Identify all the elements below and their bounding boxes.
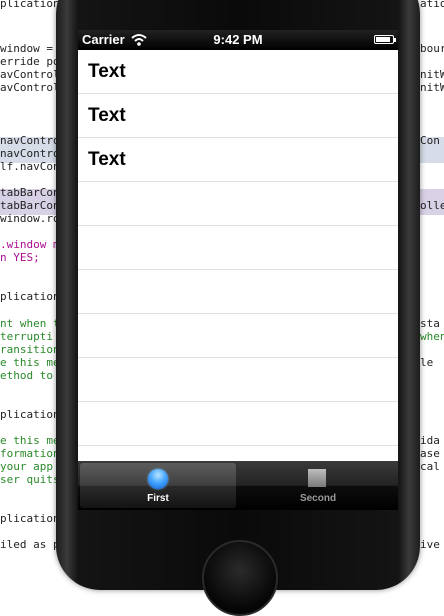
battery-level — [376, 37, 391, 42]
table-row[interactable]: Text — [78, 138, 398, 182]
code-line: nt when t — [0, 317, 60, 330]
code-line: cal — [420, 460, 440, 473]
code-line: window = — [0, 42, 53, 55]
code-line: erride po — [0, 55, 60, 68]
code-line: ida — [420, 434, 440, 447]
code-line: le — [420, 356, 434, 369]
circle-icon — [148, 469, 168, 489]
code-line: lf.navCon — [0, 160, 60, 173]
phone-screen: Carrier 9:42 PM Text Text Text First Secon… — [78, 30, 398, 510]
code-line: navContro — [0, 134, 60, 147]
code-line: nitW — [420, 68, 444, 81]
code-line: tabBarCon — [0, 186, 60, 199]
table-row[interactable] — [78, 226, 398, 270]
code-line: iled as p — [0, 538, 60, 551]
code-line: ase — [420, 447, 440, 460]
code-line: plication — [0, 408, 60, 421]
code-line: window.ro — [0, 212, 60, 225]
table-row[interactable] — [78, 402, 398, 446]
tab-first-label: First — [147, 493, 169, 504]
code-line: when — [420, 330, 444, 343]
code-line: plication — [0, 0, 60, 10]
home-button[interactable] — [202, 540, 278, 616]
code-line: plication — [0, 512, 60, 525]
table-row[interactable] — [78, 270, 398, 314]
table-view[interactable]: Text Text Text — [78, 50, 398, 461]
table-row[interactable] — [78, 358, 398, 402]
tab-first[interactable]: First — [80, 463, 236, 508]
code-line: Con — [420, 134, 440, 147]
code-line: n YES; — [0, 251, 40, 264]
tab-bar: First Second — [78, 461, 398, 510]
table-row[interactable]: Text — [78, 50, 398, 94]
code-line: avControl — [0, 81, 60, 94]
code-line: ser quits — [0, 473, 60, 486]
code-line: terrupti — [0, 330, 53, 343]
battery-icon — [374, 35, 396, 44]
code-line: olle — [420, 199, 444, 212]
code-line: ethod to — [0, 369, 53, 382]
code-line: avControl — [0, 68, 60, 81]
square-icon — [308, 469, 326, 487]
code-line: ive — [420, 538, 440, 551]
code-line: ransition — [0, 343, 60, 356]
code-line: tabBarCon — [0, 199, 60, 212]
code-line: e this me — [0, 434, 60, 447]
code-line: your app — [0, 460, 53, 473]
status-bar: Carrier 9:42 PM — [78, 30, 398, 50]
code-line: nitW — [420, 81, 444, 94]
code-line: plication — [0, 290, 60, 303]
table-row[interactable] — [78, 182, 398, 226]
code-line: bour — [420, 42, 444, 55]
code-line: .window m — [0, 238, 60, 251]
tab-second[interactable]: Second — [240, 463, 396, 508]
code-line: ation — [420, 0, 444, 10]
table-row[interactable] — [78, 314, 398, 358]
code-line: navContro — [0, 147, 60, 160]
code-line: formation — [0, 447, 60, 460]
code-line: e this me — [0, 356, 60, 369]
code-line: sta — [420, 317, 440, 330]
tab-second-label: Second — [299, 493, 337, 504]
status-time: 9:42 PM — [213, 32, 263, 47]
table-row[interactable]: Text — [78, 94, 398, 138]
